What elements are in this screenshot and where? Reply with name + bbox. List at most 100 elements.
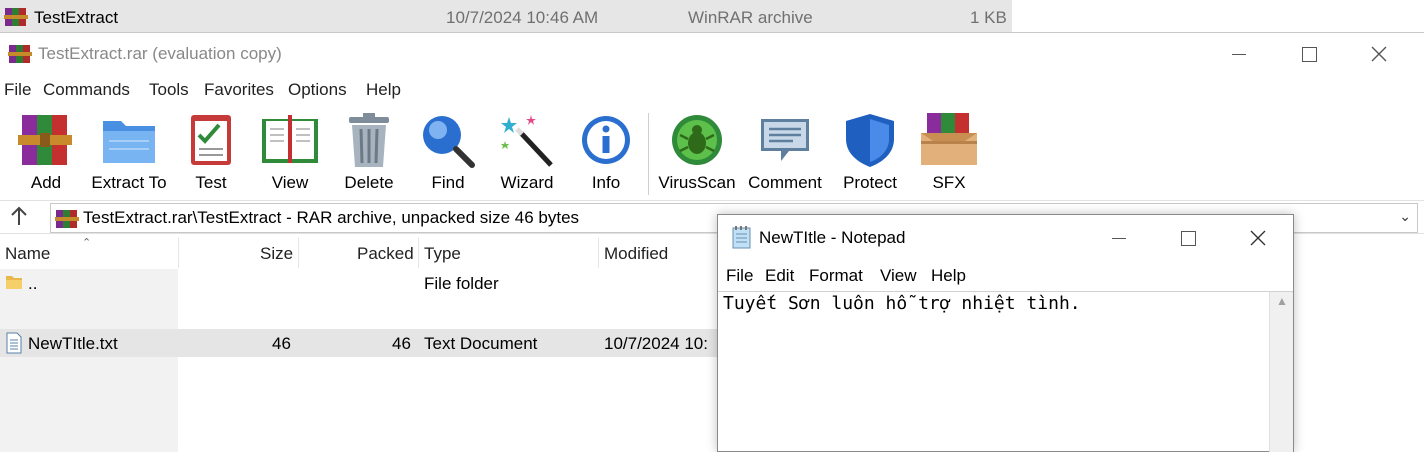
list-item-file[interactable]: NewTItle.txt 46 46 Text Document 10/7/20… <box>0 329 720 357</box>
column-divider[interactable] <box>598 238 599 268</box>
menu-tools[interactable]: Tools <box>149 80 189 100</box>
column-divider[interactable] <box>298 238 299 268</box>
find-icon <box>423 116 475 168</box>
virusscan-label: VirusScan <box>658 173 736 192</box>
menu-help[interactable]: Help <box>366 80 401 100</box>
vertical-scrollbar[interactable]: ▲ <box>1269 292 1293 452</box>
info-label: Info <box>591 173 621 192</box>
close-icon <box>1371 46 1387 62</box>
winrar-toolbar: Add Extract To Test View Delete Find Wiz… <box>0 105 1424 199</box>
add-label: Add <box>30 173 62 192</box>
column-type[interactable]: Type <box>424 244 461 264</box>
sfx-label: SFX <box>932 173 966 192</box>
list-item-size: 46 <box>272 334 291 353</box>
archive-icon <box>55 210 79 228</box>
maximize-button[interactable] <box>1286 39 1332 69</box>
close-icon <box>1250 230 1266 246</box>
menu-file[interactable]: File <box>4 80 31 100</box>
wizard-icon <box>501 115 553 167</box>
chevron-down-icon[interactable]: ⌄ <box>1399 208 1411 225</box>
notepad-window: NewTItle - Notepad File Edit Format View… <box>717 214 1294 452</box>
extract-to-label: Extract To <box>91 173 167 192</box>
info-button[interactable]: Info <box>574 111 638 197</box>
text-document-icon <box>6 332 22 354</box>
toolbar-separator <box>648 113 649 195</box>
notepad-menu-edit[interactable]: Edit <box>765 266 794 286</box>
add-icon <box>18 115 72 165</box>
column-size[interactable]: Size <box>260 244 293 264</box>
comment-button[interactable]: Comment <box>744 111 826 197</box>
notepad-menu-view[interactable]: View <box>880 266 917 286</box>
column-divider[interactable] <box>178 238 179 268</box>
notepad-minimize-button[interactable] <box>1096 223 1142 253</box>
notepad-menu-format[interactable]: Format <box>809 266 863 286</box>
sort-ascending-icon: ⌃ <box>82 237 92 249</box>
winrar-app-icon <box>8 45 32 63</box>
notepad-titlebar[interactable]: NewTItle - Notepad <box>718 215 1293 261</box>
find-button[interactable]: Find <box>416 111 480 197</box>
delete-icon <box>349 113 389 167</box>
list-item-name: .. <box>28 274 38 293</box>
notepad-content: Tuyết Sơn luôn hỗ trợ nhiệt tình. <box>723 293 1081 314</box>
winrar-titlebar[interactable]: TestExtract.rar (evaluation copy) <box>0 33 1424 75</box>
up-one-level-button[interactable] <box>8 205 34 229</box>
explorer-file-name: TestExtract <box>34 8 119 27</box>
list-item-modified: 10/7/2024 10: <box>604 334 708 353</box>
view-icon <box>262 115 318 163</box>
wizard-button[interactable]: Wizard <box>494 111 560 197</box>
explorer-file-date: 10/7/2024 10:46 AM <box>446 8 599 27</box>
minimize-button[interactable] <box>1216 39 1262 69</box>
menu-commands[interactable]: Commands <box>43 80 130 100</box>
column-divider[interactable] <box>418 238 419 268</box>
winrar-title: TestExtract.rar (evaluation copy) <box>38 44 282 63</box>
list-item-name: NewTItle.txt <box>28 334 118 353</box>
notepad-text-area[interactable]: Tuyết Sơn luôn hỗ trợ nhiệt tình. ▲ <box>718 291 1293 452</box>
column-packed[interactable]: Packed <box>357 244 414 264</box>
delete-button[interactable]: Delete <box>338 111 400 197</box>
menu-options[interactable]: Options <box>288 80 347 100</box>
view-label: View <box>271 173 309 192</box>
list-item-type: File folder <box>424 274 499 293</box>
explorer-file-row[interactable]: TestExtract 10/7/2024 10:46 AM WinRAR ar… <box>0 0 1012 32</box>
notepad-close-button[interactable] <box>1235 223 1281 253</box>
wizard-label: Wizard <box>500 173 554 192</box>
info-icon <box>582 116 630 164</box>
delete-label: Delete <box>344 173 394 192</box>
list-item-packed: 46 <box>392 334 411 353</box>
sfx-icon <box>921 113 977 165</box>
find-label: Find <box>431 173 465 192</box>
list-item-type: Text Document <box>424 334 538 353</box>
protect-button[interactable]: Protect <box>838 111 902 197</box>
test-button[interactable]: Test <box>180 111 242 197</box>
protect-icon <box>846 114 894 167</box>
list-item-parent-folder[interactable]: .. File folder <box>0 269 720 297</box>
explorer-file-size: 1 KB <box>970 8 1007 27</box>
explorer-file-type: WinRAR archive <box>688 8 813 27</box>
notepad-menu-file[interactable]: File <box>726 266 753 286</box>
add-button[interactable]: Add <box>14 111 78 197</box>
extract-to-icon <box>103 121 155 163</box>
close-button[interactable] <box>1356 39 1402 69</box>
up-arrow-icon <box>11 206 27 225</box>
column-name[interactable]: Name <box>5 244 50 264</box>
notepad-maximize-button[interactable] <box>1165 223 1211 253</box>
notepad-title: NewTItle - Notepad <box>759 228 906 247</box>
sfx-button[interactable]: SFX <box>916 111 982 197</box>
address-path: TestExtract.rar\TestExtract - RAR archiv… <box>83 208 580 227</box>
folder-icon <box>6 276 22 289</box>
notepad-menu-help[interactable]: Help <box>931 266 966 286</box>
winrar-archive-icon <box>4 8 28 26</box>
extract-to-button[interactable]: Extract To <box>90 111 168 197</box>
virusscan-icon <box>672 115 722 165</box>
column-modified[interactable]: Modified <box>604 244 668 264</box>
protect-label: Protect <box>843 173 897 192</box>
scroll-up-icon[interactable]: ▲ <box>1276 294 1288 308</box>
comment-icon <box>761 119 809 161</box>
view-button[interactable]: View <box>258 111 322 197</box>
comment-label: Comment <box>748 173 822 192</box>
notepad-app-icon <box>732 226 751 249</box>
virusscan-button[interactable]: VirusScan <box>656 111 738 197</box>
test-icon <box>191 115 231 165</box>
menu-favorites[interactable]: Favorites <box>204 80 274 100</box>
test-label: Test <box>195 173 227 192</box>
